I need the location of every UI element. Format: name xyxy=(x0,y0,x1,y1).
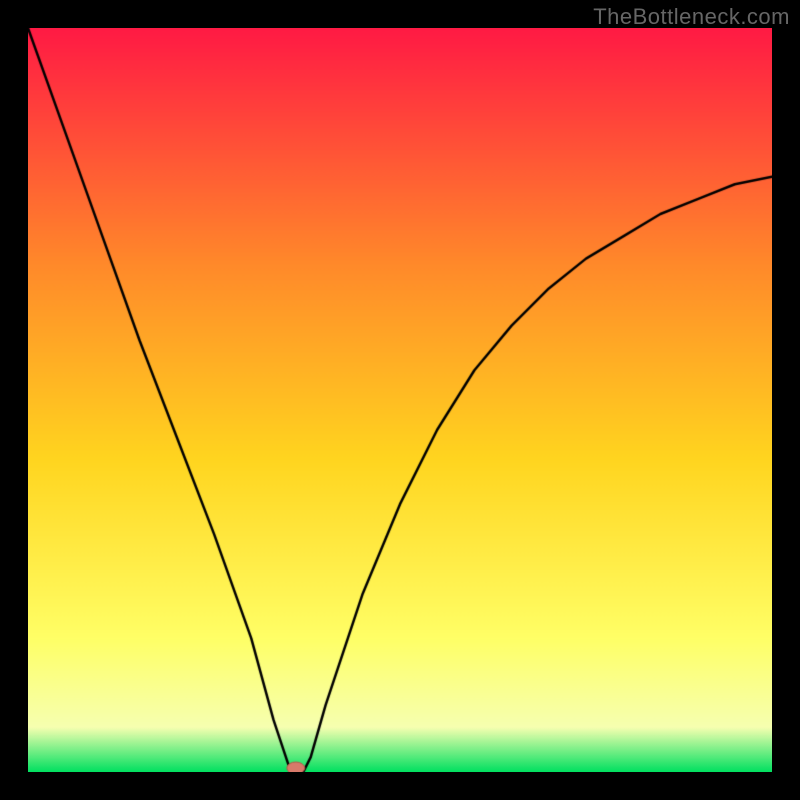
chart-stage: TheBottleneck.com xyxy=(0,0,800,800)
plot-area xyxy=(28,28,772,772)
bottleneck-canvas xyxy=(28,28,772,772)
watermark-text: TheBottleneck.com xyxy=(593,4,790,30)
